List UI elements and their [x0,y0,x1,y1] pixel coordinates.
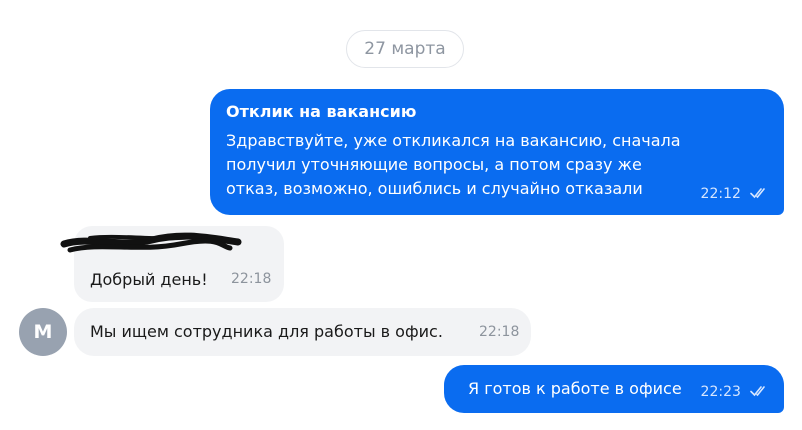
message-time: 22:18 [479,324,520,340]
message-incoming[interactable]: Добрый день! 22:18 [60,226,284,302]
message-text: Здравствуйте, уже откликался на вакансию… [226,131,681,198]
date-separator: 27 марта [346,30,464,68]
message-time: 22:12 [700,186,741,202]
message-text: Я готов к работе в офисе [468,379,682,398]
message-outgoing[interactable]: Отклик на вакансию Здравствуйте, уже отк… [210,89,784,215]
message-title: Отклик на вакансию [226,102,417,121]
message-incoming[interactable]: Мы ищем сотрудника для работы в офис. 22… [74,308,531,356]
message-meta: 22:23 [701,381,770,400]
message-text: Мы ищем сотрудника для работы в офис. [90,322,443,341]
message-outgoing[interactable]: Я готов к работе в офисе 22:23 [444,365,784,413]
double-check-icon [750,386,765,397]
double-check-icon [750,188,765,199]
avatar[interactable]: М [19,308,67,356]
redacted-sender-name [60,232,242,253]
message-time: 22:18 [231,271,272,287]
message-time: 22:23 [700,384,741,400]
message-meta: 22:12 [701,183,770,202]
message-text: Добрый день! [90,270,208,289]
